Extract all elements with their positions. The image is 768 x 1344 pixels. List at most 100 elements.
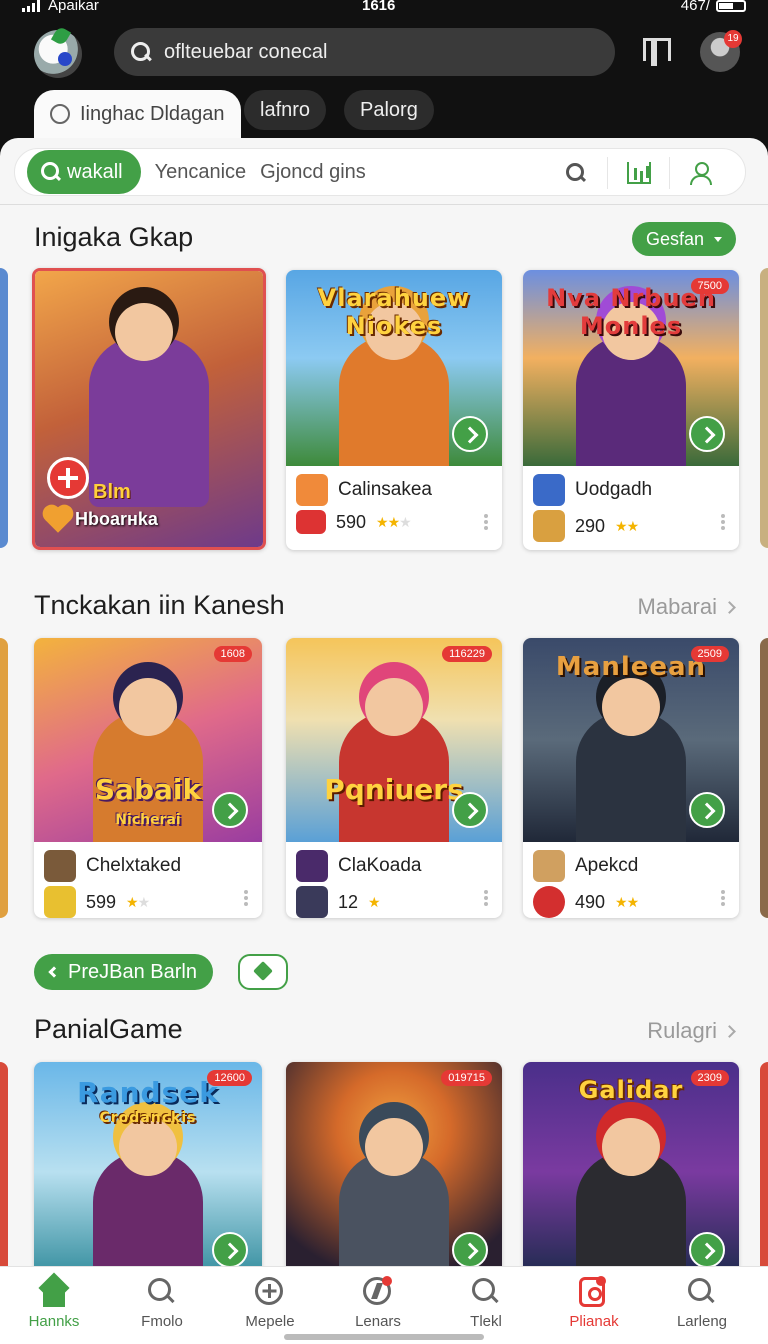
more-icon[interactable] — [484, 514, 488, 518]
search-input[interactable]: ofltеuebar conecal — [164, 41, 327, 64]
home-indicator[interactable] — [284, 1334, 484, 1340]
game-card[interactable]: Randsek Crodanckis 12600 — [34, 1062, 262, 1266]
game-card[interactable]: Pqniuers 116229 ClaKoada 12 ★ — [286, 638, 502, 918]
game-name: Apekcd — [575, 855, 639, 876]
open-arrow-icon[interactable] — [212, 792, 248, 828]
game-art: Manleean 2509 — [523, 638, 739, 842]
button-label: PreJBan Barln — [68, 960, 197, 983]
peek-card[interactable] — [760, 268, 768, 548]
avatar[interactable]: 19 — [700, 30, 742, 72]
more-icon[interactable] — [484, 890, 488, 894]
nav-add[interactable]: Mepele — [216, 1267, 324, 1344]
search-icon — [41, 162, 61, 182]
game-name: ClaKoada — [338, 855, 422, 876]
tab-label: lafnro — [260, 98, 311, 121]
price-badge: 2309 — [690, 1070, 729, 1086]
open-arrow-icon[interactable] — [452, 1232, 488, 1266]
game-art: Randsek Crodanckis 12600 — [34, 1062, 262, 1266]
chevron-right-icon — [723, 1024, 736, 1038]
open-arrow-icon[interactable] — [689, 416, 725, 452]
nav-home[interactable]: Hannks — [0, 1267, 108, 1344]
tab-label: Iinghac Dldagan — [80, 102, 225, 125]
peek-card[interactable] — [0, 638, 8, 918]
section-action-button[interactable]: Gesfan — [631, 222, 736, 256]
price-badge: 1608 — [213, 646, 252, 662]
peek-card[interactable] — [0, 268, 8, 548]
price-badge: 2509 — [690, 646, 729, 662]
game-card[interactable]: 019715 — [286, 1062, 502, 1266]
peek-card[interactable] — [760, 1062, 768, 1266]
open-arrow-icon[interactable] — [452, 416, 488, 452]
peek-card[interactable] — [0, 1062, 8, 1266]
nav-search[interactable]: Fmolo — [108, 1267, 216, 1344]
tab-second[interactable]: lafnro — [244, 90, 327, 130]
bag-icon — [579, 1276, 606, 1307]
clock: 1616 — [362, 0, 396, 14]
peek-card[interactable] — [760, 638, 768, 918]
open-arrow-icon[interactable] — [689, 1232, 725, 1266]
game-card[interactable]: Manleean 2509 Apekcd 490 ★★ — [523, 638, 739, 918]
status-bar: Apaikar 1616 467/ — [0, 0, 768, 16]
open-arrow-icon[interactable] — [689, 792, 725, 828]
notification-dot — [596, 1276, 606, 1286]
category-icon — [296, 510, 326, 534]
profile-button[interactable] — [669, 157, 731, 189]
search-bar[interactable]: ofltеuebar conecal — [114, 28, 615, 76]
game-card[interactable]: Nva Nrbuen Monles 7500 Uodgadh 290 ★★ — [523, 270, 739, 550]
bookmark-icon[interactable] — [643, 38, 671, 66]
nav-explore[interactable]: Tlekl — [432, 1267, 540, 1344]
stats-button[interactable] — [607, 157, 669, 189]
see-all-link[interactable]: Rulagri — [647, 1018, 736, 1044]
game-rating: 599 — [86, 891, 117, 912]
filter-chip-active[interactable]: wakall — [27, 150, 141, 194]
filter-chip[interactable]: Yencanice — [155, 161, 247, 184]
chip-label: wakall — [67, 160, 123, 183]
open-arrow-icon[interactable] — [212, 1232, 248, 1266]
nav-store[interactable]: Plianak — [540, 1267, 648, 1344]
arrow-left-icon — [48, 966, 60, 978]
open-arrow-icon[interactable] — [452, 792, 488, 828]
game-art: Sabaik Nicherai 1608 — [34, 638, 262, 842]
search-button[interactable] — [545, 157, 607, 189]
link-label: Rulagri — [647, 1018, 717, 1043]
more-icon[interactable] — [721, 514, 725, 518]
battery-percent: 467/ — [680, 0, 710, 14]
category-icon — [44, 886, 76, 918]
game-name: Uodgadh — [575, 479, 653, 500]
game-rating: 290 — [575, 515, 606, 536]
button-label: Gesfan — [645, 228, 704, 249]
search-icon — [471, 1277, 499, 1305]
star-rating-icon: ★★★ — [376, 513, 412, 530]
bolt-icon — [363, 1276, 392, 1305]
nav-activity[interactable]: Lenars — [324, 1267, 432, 1344]
more-icon[interactable] — [244, 890, 248, 894]
filter-chip[interactable]: Gjoncd gins — [260, 161, 366, 184]
promo-button[interactable]: PreJBan Barln — [34, 954, 213, 990]
app-logo[interactable] — [34, 30, 82, 78]
card-meta: Apekcd 490 ★★ — [523, 842, 739, 918]
section-title: PanialGame — [34, 1014, 183, 1044]
filter-actions — [545, 157, 731, 189]
price-badge: 7500 — [690, 278, 729, 294]
game-card[interactable]: Sabaik Nicherai 1608 Chelxtaked 599 ★★ — [34, 638, 262, 918]
category-icon — [296, 886, 328, 918]
more-icon[interactable] — [721, 890, 725, 894]
see-all-link[interactable]: Mabarai — [638, 594, 736, 620]
home-icon — [39, 1277, 69, 1307]
search-icon — [147, 1277, 175, 1305]
notification-dot — [382, 1276, 392, 1286]
nav-library[interactable]: Larleng — [648, 1267, 756, 1344]
tab-home[interactable]: Iinghac Dldagan — [34, 90, 241, 138]
game-icon — [533, 850, 565, 882]
nav-label: Mepele — [245, 1313, 295, 1330]
nav-label: Fmolo — [141, 1313, 183, 1330]
game-card[interactable]: Vlarahuew Niokes Calinsakea 590 ★★★ — [286, 270, 502, 550]
featured-game-card[interactable]: Blm Hboarнka — [32, 268, 266, 550]
game-card[interactable]: Galidar 2309 — [523, 1062, 739, 1266]
card-meta: ClaKoada 12 ★ — [286, 842, 502, 918]
game-art: 019715 — [286, 1062, 502, 1266]
star-rating-icon: ★★ — [615, 517, 639, 534]
tab-third[interactable]: Palorg — [344, 90, 434, 130]
game-rating: 12 — [338, 891, 359, 912]
brush-icon[interactable] — [238, 954, 288, 990]
